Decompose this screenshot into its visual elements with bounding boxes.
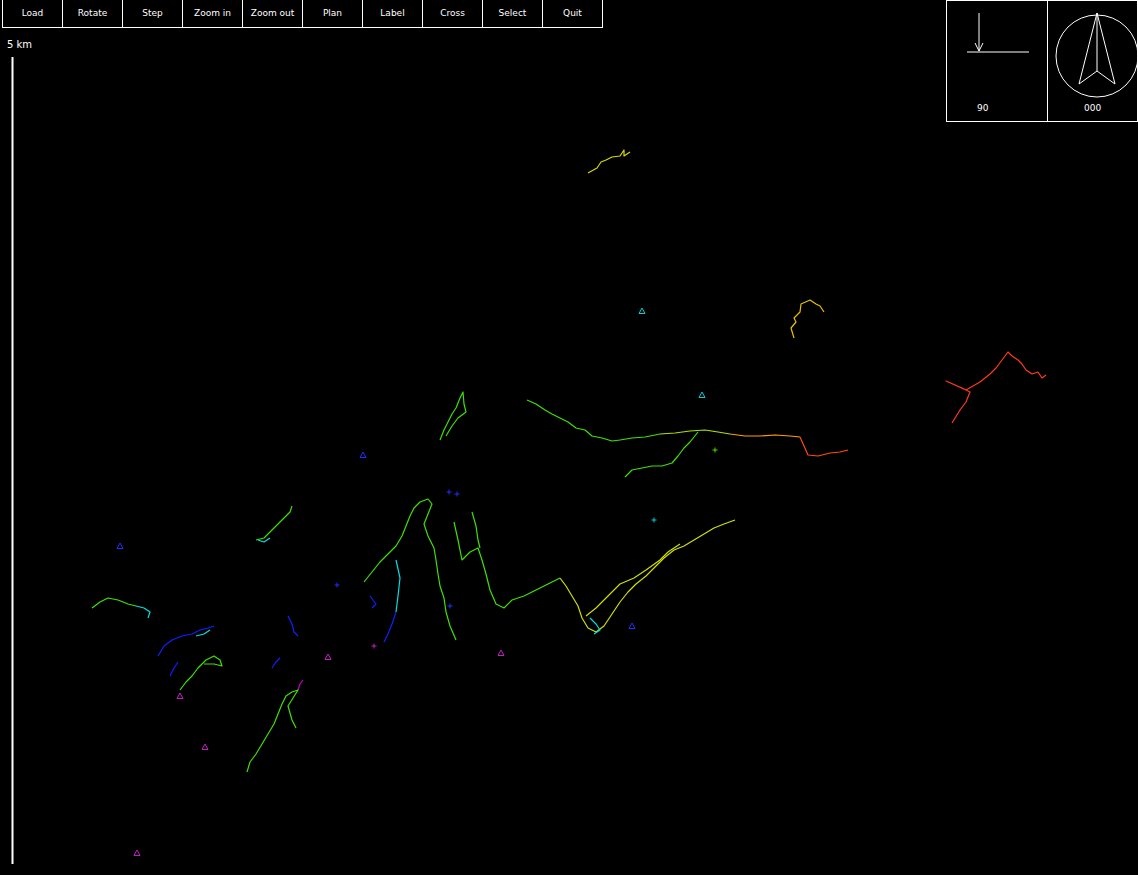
survey-leg	[560, 520, 735, 632]
entrance-marker	[360, 452, 366, 458]
toolbar: LoadRotateStepZoom inZoom outPlanLabelCr…	[2, 0, 603, 28]
survey-leg	[247, 690, 298, 772]
viewer[interactable]: 5 km LoadRotateStepZoom inZoom outPlanLa…	[0, 0, 1138, 875]
entrance-marker	[498, 650, 504, 656]
survey-leg	[590, 618, 600, 634]
survey-leg	[158, 626, 214, 656]
entrance-marker	[177, 693, 183, 699]
survey-leg	[370, 596, 376, 608]
toolbar-button[interactable]: Zoom out	[243, 0, 303, 28]
survey-leg	[800, 437, 848, 456]
survey-leg	[660, 430, 730, 434]
survey-leg	[196, 630, 210, 636]
fixed-point-marker	[335, 583, 340, 588]
survey-leg	[256, 506, 292, 540]
entrance-marker	[117, 543, 123, 549]
toolbar-button[interactable]: Plan	[303, 0, 363, 28]
toolbar-button[interactable]: Load	[3, 0, 63, 28]
tilt-arrow-icon	[947, 1, 1048, 81]
scale-bar	[12, 57, 14, 864]
toolbar-button[interactable]: Quit	[543, 0, 603, 28]
fixed-point-marker	[455, 492, 460, 497]
survey-leg	[364, 499, 456, 640]
tilt-indicator[interactable]: 90	[947, 1, 1048, 121]
bearing-reading: 000	[1084, 102, 1101, 114]
survey-leg	[258, 538, 270, 542]
survey-leg	[396, 560, 400, 612]
fixed-point-marker	[713, 448, 718, 453]
survey-leg	[170, 662, 178, 676]
entrance-marker	[629, 623, 635, 629]
compass-icon	[1048, 1, 1138, 101]
survey-leg	[136, 606, 150, 618]
survey-leg	[730, 434, 800, 437]
survey-leg	[288, 616, 298, 636]
survey-leg	[92, 598, 136, 608]
survey-leg	[586, 544, 680, 616]
survey-leg	[625, 432, 698, 477]
survey-leg	[946, 352, 1046, 423]
survey-canvas[interactable]	[0, 0, 1138, 875]
toolbar-button[interactable]: Rotate	[63, 0, 123, 28]
toolbar-button[interactable]: Cross	[423, 0, 483, 28]
entrance-marker	[699, 392, 705, 398]
survey-leg	[588, 150, 630, 173]
fixed-point-marker	[652, 518, 657, 523]
toolbar-button[interactable]: Label	[363, 0, 423, 28]
entrance-marker	[202, 744, 208, 750]
entrance-marker	[639, 308, 645, 314]
tilt-reading: 90	[977, 102, 988, 114]
fixed-point-marker	[448, 604, 453, 609]
survey-leg	[791, 300, 824, 338]
survey-leg	[454, 522, 560, 608]
indicator-panel: 90 000	[946, 0, 1138, 122]
fixed-point-marker	[372, 644, 377, 649]
survey-leg	[440, 392, 466, 440]
survey-leg	[180, 656, 222, 690]
survey-leg	[272, 658, 280, 668]
fixed-point-marker	[447, 490, 452, 495]
survey-leg	[527, 400, 660, 441]
toolbar-button[interactable]: Zoom in	[183, 0, 243, 28]
survey-leg	[384, 612, 396, 642]
entrance-marker	[325, 654, 331, 660]
bearing-indicator[interactable]: 000	[1048, 1, 1137, 121]
toolbar-button[interactable]: Step	[123, 0, 183, 28]
entrance-marker	[134, 850, 140, 856]
survey-leg	[472, 512, 480, 548]
survey-leg	[298, 680, 303, 690]
scale-label: 5 km	[7, 39, 32, 51]
toolbar-button[interactable]: Select	[483, 0, 543, 28]
